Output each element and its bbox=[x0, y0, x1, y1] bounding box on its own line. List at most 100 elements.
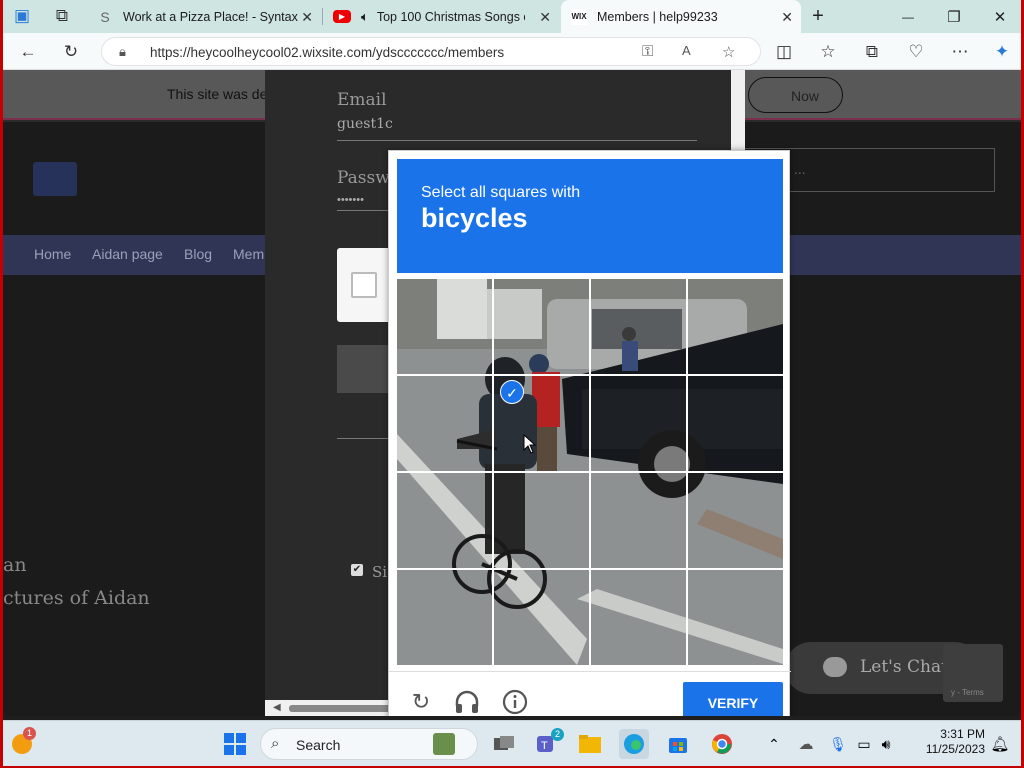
tab-title: Top 100 Christmas Songs of bbox=[376, 9, 525, 24]
recaptcha-badge[interactable]: y - Terms bbox=[943, 644, 1003, 702]
nav-home[interactable]: Home bbox=[34, 246, 71, 262]
onedrive-icon[interactable]: ☁ bbox=[791, 729, 821, 759]
site-text-pictures: ctures of Aidan bbox=[3, 587, 150, 609]
verify-button[interactable]: VERIFY bbox=[683, 682, 783, 716]
svg-text:T: T bbox=[541, 740, 548, 752]
chat-bubble-icon bbox=[823, 657, 847, 677]
site-text-name: an bbox=[3, 554, 27, 576]
key-icon[interactable]: ⚿ bbox=[642, 43, 653, 60]
banner-text: This site was de bbox=[167, 86, 268, 102]
tab-close-icon[interactable]: ✕ bbox=[781, 9, 793, 26]
captcha-target: bicycles bbox=[421, 203, 528, 233]
tab-pizza-place[interactable]: S Work at a Pizza Place! - Syntax ✕ bbox=[85, 0, 321, 33]
chrome-icon[interactable] bbox=[707, 729, 737, 759]
banner-upgrade-button[interactable]: Now bbox=[748, 77, 843, 113]
site-logo[interactable] bbox=[33, 162, 77, 196]
checkmark-icon: ✓ bbox=[500, 380, 524, 404]
search-icon: ⌕ bbox=[271, 735, 280, 752]
email-field[interactable]: guest1c bbox=[337, 116, 393, 132]
captcha-tile[interactable] bbox=[591, 570, 687, 665]
speaker-icon[interactable]: 🔈︎ bbox=[361, 9, 369, 25]
browser-window: ▣ ⧉ S Work at a Pizza Place! - Syntax ✕ … bbox=[3, 0, 1021, 766]
url-text[interactable]: https://heycoolheycool02.wixsite.com/yds… bbox=[150, 45, 504, 60]
chat-label: Let's Chat! bbox=[860, 657, 955, 677]
taskbar-search[interactable]: ⌕ Search bbox=[260, 728, 478, 760]
browser-toolbar: ← ↻ 🔒︎ https://heycoolheycool02.wixsite.… bbox=[3, 33, 1021, 70]
nav-aidan-page[interactable]: Aidan page bbox=[92, 246, 163, 262]
signup-checkbox[interactable]: ✔ bbox=[351, 564, 363, 576]
favorites-icon[interactable]: ☆ bbox=[815, 39, 841, 65]
reload-icon[interactable]: ↻ bbox=[407, 688, 435, 716]
task-view-icon[interactable] bbox=[489, 729, 519, 759]
captcha-tile[interactable] bbox=[688, 376, 783, 472]
volume-icon[interactable]: 🔊︎ bbox=[871, 729, 901, 759]
scroll-left-icon[interactable]: ◀ bbox=[273, 702, 281, 713]
captcha-tile[interactable] bbox=[591, 279, 687, 375]
info-icon[interactable] bbox=[501, 688, 529, 716]
mouse-cursor-icon bbox=[523, 434, 537, 454]
tab-title: Work at a Pizza Place! - Syntax bbox=[123, 9, 298, 24]
clock-time: 3:31 PM bbox=[940, 727, 985, 741]
captcha-tile[interactable] bbox=[397, 570, 493, 665]
close-window-button[interactable]: ✕ bbox=[977, 0, 1021, 33]
maximize-button[interactable]: ❐ bbox=[931, 0, 977, 33]
captcha-tile[interactable] bbox=[688, 279, 783, 375]
tab-members[interactable]: WIX Members | help99233 ✕ bbox=[561, 0, 801, 33]
tab-close-icon[interactable]: ✕ bbox=[539, 9, 551, 26]
captcha-tile[interactable] bbox=[494, 473, 590, 569]
captcha-tile[interactable] bbox=[397, 279, 493, 375]
headphones-audio-icon[interactable] bbox=[453, 688, 481, 716]
more-menu-icon[interactable]: ⋯ bbox=[947, 39, 973, 65]
email-underline bbox=[337, 140, 697, 141]
teams-badge: 2 bbox=[551, 728, 564, 741]
back-icon[interactable]: ← bbox=[15, 39, 41, 65]
wix-favicon-icon: WIX bbox=[571, 8, 587, 25]
captcha-tile[interactable] bbox=[397, 473, 493, 569]
windows-taskbar: 1 ⌕ Search T 2 ⌃ ☁ 🎙︎ ▭ 🔊︎ 3:31 PM 11/25… bbox=[3, 720, 1021, 766]
lock-icon[interactable]: 🔒︎ bbox=[119, 44, 126, 60]
tab-actions-icon[interactable]: ⧉ bbox=[49, 3, 75, 29]
password-field[interactable]: ••••••• bbox=[337, 194, 364, 206]
captcha-tile[interactable] bbox=[688, 570, 783, 665]
notifications-bell-icon[interactable]: 🔔︎ bbox=[985, 729, 1015, 759]
nav-members[interactable]: Mem bbox=[233, 246, 264, 262]
minimize-button[interactable]: — bbox=[885, 0, 931, 33]
nav-blog[interactable]: Blog bbox=[184, 246, 212, 262]
browser-essentials-icon[interactable]: ♡ bbox=[903, 39, 929, 65]
show-hidden-icons-icon[interactable]: ⌃ bbox=[759, 729, 789, 759]
split-screen-icon[interactable]: ◫ bbox=[771, 39, 797, 65]
read-aloud-icon[interactable]: A bbox=[682, 43, 691, 58]
web-page: This site was de Now ... Home Aidan page… bbox=[3, 70, 1021, 716]
captcha-tile[interactable] bbox=[397, 376, 493, 472]
workspaces-icon[interactable]: ▣ bbox=[9, 3, 35, 29]
tab-close-icon[interactable]: ✕ bbox=[301, 9, 313, 26]
weather-badge: 1 bbox=[23, 727, 36, 740]
favorite-star-icon[interactable]: ☆ bbox=[722, 43, 735, 61]
copilot-icon[interactable]: ✦ bbox=[989, 39, 1015, 65]
search-placeholder: ... bbox=[794, 161, 806, 177]
clock-date: 11/25/2023 bbox=[925, 742, 985, 756]
address-bar[interactable]: 🔒︎ https://heycoolheycool02.wixsite.com/… bbox=[101, 37, 761, 66]
edge-icon[interactable] bbox=[619, 729, 649, 759]
captcha-tile[interactable] bbox=[494, 570, 590, 665]
captcha-footer: ↻ VERIFY bbox=[389, 671, 791, 716]
refresh-icon[interactable]: ↻ bbox=[58, 39, 84, 65]
start-icon[interactable] bbox=[220, 729, 250, 759]
password-label: Passw bbox=[337, 168, 390, 188]
syntax-favicon-icon: S bbox=[100, 8, 110, 25]
system-clock[interactable]: 3:31 PM 11/25/2023 bbox=[915, 727, 985, 757]
captcha-tile[interactable] bbox=[591, 376, 687, 472]
captcha-tile[interactable] bbox=[688, 473, 783, 569]
store-icon[interactable] bbox=[663, 729, 693, 759]
captcha-tile[interactable] bbox=[591, 473, 687, 569]
search-highlight-icon bbox=[433, 733, 455, 755]
new-tab-button[interactable]: + bbox=[795, 0, 841, 33]
file-explorer-icon[interactable] bbox=[575, 729, 605, 759]
captcha-header: Select all squares with bicycles bbox=[397, 159, 783, 273]
captcha-challenge: Select all squares with bicycles ✓ ↻ VER… bbox=[388, 150, 791, 716]
captcha-tile[interactable] bbox=[494, 279, 590, 375]
tab-strip: ▣ ⧉ S Work at a Pizza Place! - Syntax ✕ … bbox=[3, 0, 1021, 33]
tab-christmas-songs[interactable]: ▶ 🔈︎ Top 100 Christmas Songs of ✕ bbox=[323, 0, 559, 33]
recaptcha-checkbox[interactable] bbox=[351, 272, 377, 298]
collections-icon[interactable]: ⧉ bbox=[859, 39, 885, 65]
